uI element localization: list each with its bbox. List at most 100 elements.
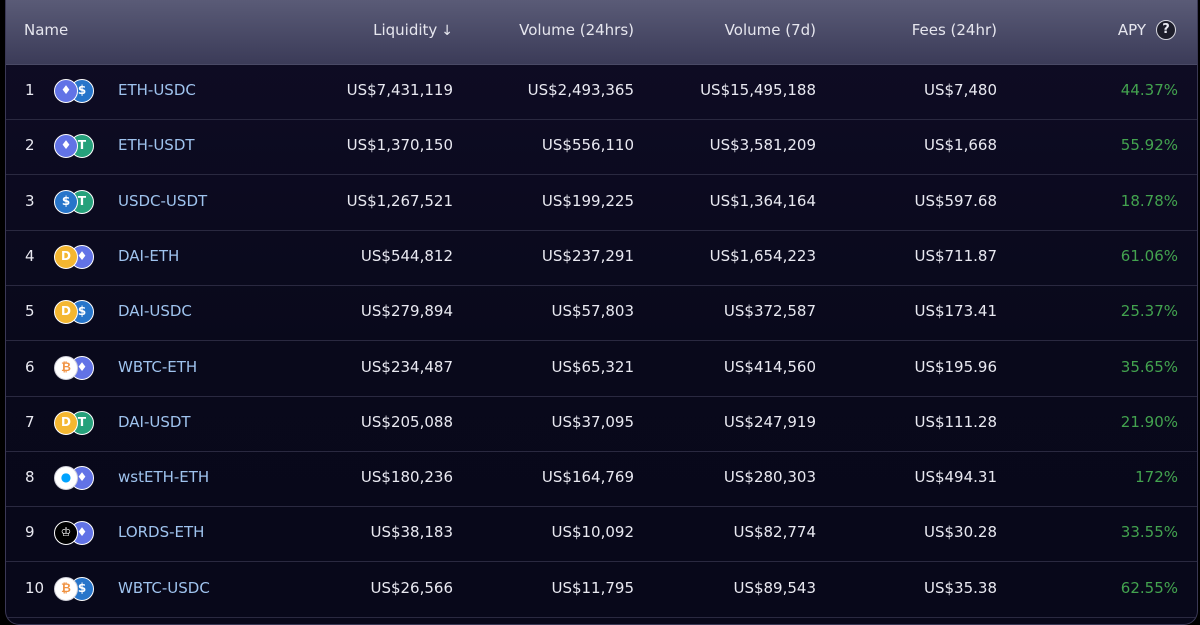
cell-volume-24h: US$164,769 — [541, 468, 634, 487]
cell-volume-7d: US$82,774 — [733, 523, 816, 542]
cell-volume-7d: US$1,654,223 — [709, 246, 816, 265]
dai-token-icon: D — [54, 244, 78, 269]
cell-liquidity: US$234,487 — [360, 357, 453, 376]
pools-table: Name Liquidity ↓ Volume (24hrs) Volume (7… — [5, 0, 1198, 625]
cell-fees-24h: US$111.28 — [914, 412, 997, 431]
header-volume-24h[interactable]: Volume (24hrs) — [519, 21, 634, 39]
header-volume-7d[interactable]: Volume (7d) — [725, 21, 816, 39]
cell-volume-7d: US$280,303 — [723, 468, 816, 487]
pair-link[interactable]: DAI-USDT — [118, 413, 191, 431]
cell-apy: 62.55% — [1120, 578, 1178, 597]
row-rank: 6 — [25, 357, 35, 376]
token-pair-icons: $ T — [54, 189, 98, 214]
question-circle-icon[interactable]: ? — [1156, 20, 1176, 40]
table-row[interactable]: 3 $ T USDC-USDT US$1,267,521 US$199,225 US$1,3… — [6, 175, 1197, 231]
cell-apy: 21.90% — [1120, 412, 1178, 431]
cell-fees-24h: US$173.41 — [914, 302, 997, 321]
cell-liquidity: US$205,088 — [360, 412, 453, 431]
usdc-token-icon: $ — [54, 189, 78, 214]
cell-apy: 25.37% — [1120, 302, 1178, 321]
sort-arrow-down-icon: ↓ — [441, 23, 453, 39]
cell-volume-7d: US$15,495,188 — [700, 81, 816, 99]
token-pair-icons: ₿ $ — [54, 576, 98, 601]
pair-link[interactable]: WBTC-ETH — [118, 358, 197, 376]
cell-volume-24h: US$57,803 — [551, 302, 634, 321]
pair-link[interactable]: LORDS-ETH — [118, 523, 204, 541]
cell-volume-24h: US$10,092 — [551, 523, 634, 542]
pair-link[interactable]: DAI-ETH — [118, 247, 179, 265]
cell-volume-24h: US$11,795 — [551, 578, 634, 597]
cell-fees-24h: US$494.31 — [914, 468, 997, 487]
cell-volume-24h: US$556,110 — [541, 136, 634, 155]
row-rank: 1 — [25, 81, 35, 99]
cell-volume-24h: US$237,291 — [541, 246, 634, 265]
wsteth-token-icon: ● — [54, 466, 78, 491]
cell-apy: 35.65% — [1120, 357, 1178, 376]
pair-link[interactable]: WBTC-USDC — [118, 579, 210, 597]
cell-liquidity: US$279,894 — [360, 302, 453, 321]
cell-apy: 61.06% — [1120, 246, 1178, 265]
cell-apy: 55.92% — [1120, 136, 1178, 155]
header-apy[interactable]: APY — [1118, 21, 1146, 39]
table-row[interactable]: 2 ♦ T ETH-USDT US$1,370,150 US$556,110 US$3,58… — [6, 119, 1197, 176]
cell-volume-7d: US$414,560 — [723, 357, 816, 376]
table-row[interactable]: 7 D T DAI-USDT US$205,088 US$37,095 US$247,919… — [6, 396, 1197, 452]
pair-link[interactable]: wstETH-ETH — [118, 468, 209, 486]
cell-fees-24h: US$1,668 — [924, 136, 997, 155]
header-name[interactable]: Name — [24, 21, 68, 39]
cell-apy: 172% — [1135, 468, 1178, 487]
cell-fees-24h: US$597.68 — [914, 191, 997, 210]
row-rank: 7 — [25, 412, 35, 431]
row-rank: 2 — [25, 136, 35, 155]
header-liquidity-label: Liquidity — [373, 21, 438, 39]
table-row[interactable]: 10 ₿ $ WBTC-USDC US$26,566 US$11,795 US$89,543… — [6, 562, 1197, 618]
cell-volume-24h: US$2,493,365 — [527, 81, 634, 99]
table-row[interactable]: 6 ₿ ♦ WBTC-ETH US$234,487 US$65,321 US$414,560… — [6, 341, 1197, 397]
row-rank: 9 — [25, 523, 35, 542]
cell-volume-7d: US$89,543 — [733, 578, 816, 597]
row-rank: 4 — [25, 246, 35, 265]
token-pair-icons: D ♦ — [54, 244, 98, 269]
table-header: Name Liquidity ↓ Volume (24hrs) Volume (7… — [6, 0, 1197, 65]
cell-liquidity: US$26,566 — [370, 578, 453, 597]
cell-volume-24h: US$37,095 — [551, 412, 634, 431]
cell-liquidity: US$544,812 — [360, 246, 453, 265]
table-row[interactable]: 8 ● ♦ wstETH-ETH US$180,236 US$164,769 US$280,… — [6, 451, 1197, 508]
cell-volume-7d: US$1,364,164 — [709, 191, 816, 210]
token-pair-icons: ♔ ♦ — [54, 521, 98, 546]
cell-apy: 44.37% — [1120, 81, 1178, 99]
table-row[interactable]: 9 ♔ ♦ LORDS-ETH US$38,183 US$10,092 US$82,774 U… — [6, 506, 1197, 563]
cell-fees-24h: US$30.28 — [924, 523, 997, 542]
table-row[interactable]: 4 D ♦ DAI-ETH US$544,812 US$237,291 US$1,654,2… — [6, 230, 1197, 286]
cell-apy: 33.55% — [1120, 523, 1178, 542]
dai-token-icon: D — [54, 300, 78, 325]
pair-link[interactable]: DAI-USDC — [118, 302, 192, 320]
token-pair-icons: ₿ ♦ — [54, 355, 98, 380]
cell-liquidity: US$1,267,521 — [346, 191, 453, 210]
eth-token-icon: ♦ — [54, 79, 78, 103]
wbtc-token-icon: ₿ — [54, 355, 78, 380]
row-rank: 5 — [25, 302, 35, 321]
cell-liquidity: US$1,370,150 — [346, 136, 453, 155]
table-row[interactable]: 5 D $ DAI-USDC US$279,894 US$57,803 US$372,587… — [6, 285, 1197, 342]
cell-apy: 18.78% — [1120, 191, 1178, 210]
row-rank: 8 — [25, 468, 35, 487]
token-pair-icons: ♦ T — [54, 134, 98, 159]
cell-volume-24h: US$65,321 — [551, 357, 634, 376]
cell-fees-24h: US$711.87 — [914, 246, 997, 265]
header-fees-24h[interactable]: Fees (24hr) — [912, 21, 997, 39]
cell-fees-24h: US$195.96 — [914, 357, 997, 376]
token-pair-icons: D $ — [54, 300, 98, 325]
pair-link[interactable]: USDC-USDT — [118, 192, 207, 210]
table-row[interactable]: 1 ♦ $ ETH-USDC US$7,431,119 US$2,493,365 US$15… — [6, 64, 1197, 120]
token-pair-icons: DT — [54, 410, 98, 435]
cell-volume-7d: US$3,581,209 — [709, 136, 816, 155]
pair-link[interactable]: ETH-USDC — [118, 81, 196, 99]
cell-liquidity: US$38,183 — [370, 523, 453, 542]
row-rank: 3 — [25, 191, 35, 210]
token-pair-icons: ♦ $ — [54, 79, 98, 103]
header-liquidity[interactable]: Liquidity ↓ — [373, 21, 453, 39]
pair-link[interactable]: ETH-USDT — [118, 136, 195, 154]
cell-volume-7d: US$247,919 — [723, 412, 816, 431]
cell-volume-7d: US$372,587 — [723, 302, 816, 321]
